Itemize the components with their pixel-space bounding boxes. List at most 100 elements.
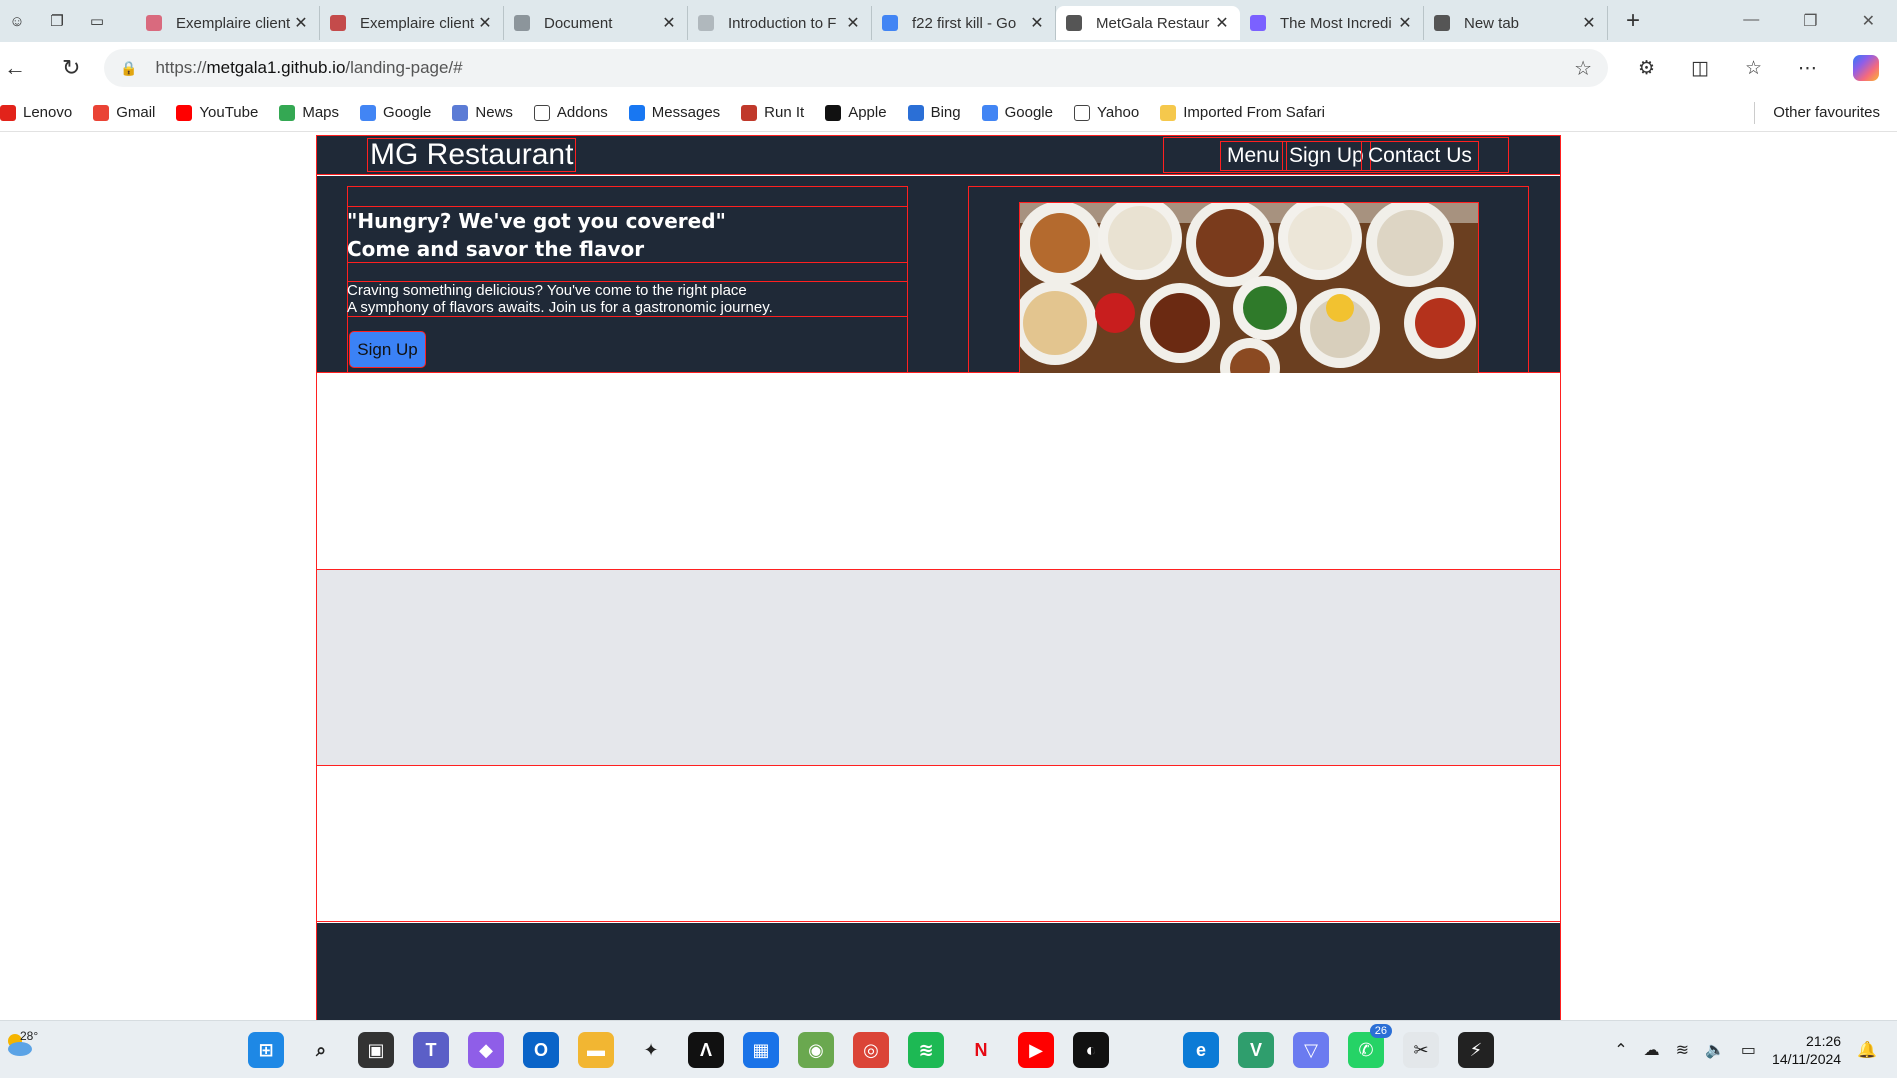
bookmark-item[interactable]: Addons (533, 104, 608, 121)
vertical-tabs-icon[interactable]: ▭ (86, 10, 108, 32)
split-screen-icon[interactable]: ◫ (1691, 57, 1709, 80)
lock-icon[interactable]: 🔒 (120, 60, 137, 77)
close-tab-icon[interactable]: ✕ (1212, 13, 1232, 33)
nav-link-sign-up[interactable]: Sign Up (1282, 141, 1371, 171)
url-field[interactable]: 🔒 https://metgala1.github.io/landing-pag… (104, 49, 1608, 87)
profile-icon[interactable]: ☺ (6, 10, 28, 32)
chameleon-icon[interactable]: ◉ (798, 1032, 834, 1068)
nav-link-contact-us[interactable]: Contact Us (1361, 141, 1479, 171)
tab-favicon-icon (514, 15, 530, 31)
close-window-icon[interactable]: ✕ (1862, 11, 1875, 31)
wifi-icon[interactable]: ≋ (1676, 1040, 1689, 1060)
gemini-icon[interactable]: ✦ (633, 1032, 669, 1068)
vpn-icon[interactable]: ▽ (1293, 1032, 1329, 1068)
file-explorer-icon[interactable]: ▬ (578, 1032, 614, 1068)
onedrive-icon[interactable]: ☁ (1644, 1040, 1660, 1060)
back-icon[interactable]: ← (4, 55, 26, 81)
bookmark-item[interactable]: Run It (741, 104, 804, 121)
bookmark-item[interactable]: News (452, 104, 513, 121)
apple-icon[interactable] (1128, 1032, 1164, 1068)
bookmarks-bar: Lenovo Gmail YouTube Maps Google News Addons Me… (0, 94, 1897, 132)
bookmark-item[interactable]: Google (981, 104, 1053, 121)
browser-tab-strip: ☺ ❐ ▭ Exemplaire client ✕ Exemplaire clien… (0, 0, 1897, 42)
favorite-star-icon[interactable]: ☆ (1574, 56, 1592, 81)
task-view-icon[interactable]: ▣ (358, 1032, 394, 1068)
browser-tab[interactable]: New tab ✕ (1424, 6, 1608, 40)
codex-icon[interactable]: Λ (688, 1032, 724, 1068)
snipping-tool-icon[interactable]: ✂ (1403, 1032, 1439, 1068)
close-tab-icon[interactable]: ✕ (1579, 13, 1599, 33)
bookmark-item[interactable]: Messages (628, 104, 720, 121)
show-hidden-icons-icon[interactable]: ⌃ (1614, 1040, 1627, 1060)
other-favourites-folder[interactable]: Other favourites (1773, 104, 1897, 121)
restore-icon[interactable]: ❐ (1803, 11, 1817, 31)
bookmark-item[interactable]: Yahoo (1073, 104, 1139, 121)
copilot-icon[interactable] (1853, 55, 1880, 81)
browser-tab[interactable]: The Most Incredi ✕ (1240, 6, 1424, 40)
close-tab-icon[interactable]: ✕ (1395, 13, 1415, 33)
close-tab-icon[interactable]: ✕ (291, 13, 311, 33)
browser-tab[interactable]: Exemplaire client ✕ (320, 6, 504, 40)
spotify-icon[interactable]: ≋ (908, 1032, 944, 1068)
notifications-icon[interactable]: 🔔 (1857, 1040, 1877, 1060)
bookmark-label: Imported From Safari (1183, 104, 1325, 121)
edge-icon[interactable]: e (1183, 1032, 1219, 1068)
bookmark-item[interactable]: Imported From Safari (1160, 104, 1325, 121)
youtube-icon[interactable]: ▶ (1018, 1032, 1054, 1068)
whatsapp-icon[interactable]: ✆ 26 (1348, 1024, 1392, 1068)
browser-tab[interactable]: Document ✕ (504, 6, 688, 40)
tab-favicon-icon (882, 15, 898, 31)
site-brand[interactable]: MG Restaurant (367, 138, 577, 172)
site-footer (317, 923, 1560, 1020)
bookmark-item[interactable]: Gmail (93, 104, 155, 121)
windows-start-icon[interactable]: ⊞ (248, 1032, 284, 1068)
browser-tab[interactable]: Exemplaire client ✕ (136, 6, 320, 40)
bookmark-item[interactable]: Lenovo (0, 104, 72, 121)
store-icon[interactable]: ▦ (743, 1032, 779, 1068)
github-icon[interactable]: ◐ (1073, 1032, 1109, 1068)
hero-description-line-2: A symphony of flavors awaits. Join us fo… (347, 299, 773, 316)
new-tab-button[interactable]: + (1608, 7, 1658, 35)
hero-sign-up-button[interactable]: Sign Up (349, 331, 426, 368)
weather-widget[interactable]: 28° (4, 1029, 44, 1067)
volume-icon[interactable]: 🔈 (1705, 1040, 1725, 1060)
minimize-icon[interactable]: — (1743, 11, 1759, 31)
browser-tab[interactable]: f22 first kill - Go ✕ (872, 6, 1056, 40)
tab-favicon-icon (1066, 15, 1082, 31)
nav-link-menu[interactable]: Menu (1220, 141, 1287, 171)
netflix-icon[interactable]: N (963, 1032, 999, 1068)
copilot-icon[interactable]: ◆ (468, 1032, 504, 1068)
bookmark-label: Maps (302, 104, 340, 121)
bookmark-item[interactable]: Bing (907, 104, 961, 121)
x64-icon[interactable]: ⚡ (1458, 1032, 1494, 1068)
hero-heading-line-1: "Hungry? We've got you covered" (347, 209, 726, 233)
workspaces-icon[interactable]: ❐ (46, 10, 68, 32)
clock[interactable]: 21:26 14/11/2024 (1772, 1032, 1841, 1068)
browser-tab[interactable]: MetGala Restaur ✕ (1056, 6, 1240, 40)
chrome-icon[interactable]: ◎ (853, 1032, 889, 1068)
hero-image-column (968, 186, 1529, 374)
favorites-icon[interactable]: ☆ (1745, 57, 1762, 80)
hero-description: Craving something delicious? You've come… (347, 281, 908, 317)
close-tab-icon[interactable]: ✕ (1027, 13, 1047, 33)
vscode-icon[interactable]: V (1238, 1032, 1274, 1068)
page-icon (533, 104, 550, 121)
close-tab-icon[interactable]: ✕ (843, 13, 863, 33)
bookmark-item[interactable]: YouTube (176, 104, 258, 121)
bookmark-label: Google (1004, 104, 1053, 121)
battery-icon[interactable]: ▭ (1741, 1040, 1756, 1060)
browser-tab[interactable]: Introduction to F ✕ (688, 6, 872, 40)
bookmark-list: Lenovo Gmail YouTube Maps Google News Addons Me… (0, 104, 1346, 121)
bookmark-item[interactable]: Apple (825, 104, 887, 121)
teams-icon[interactable]: T (413, 1032, 449, 1068)
more-menu-icon[interactable]: ⋯ (1798, 57, 1817, 80)
outlook-icon[interactable]: O (523, 1032, 559, 1068)
search-icon[interactable]: ⌕ (303, 1032, 339, 1068)
refresh-icon[interactable]: ↻ (62, 55, 80, 81)
close-tab-icon[interactable]: ✕ (659, 13, 679, 33)
bookmark-item[interactable]: Google (360, 104, 431, 121)
bookmark-item[interactable]: Maps (279, 104, 339, 121)
page-icon (1073, 104, 1090, 121)
extensions-icon[interactable]: ⚙ (1638, 57, 1655, 80)
close-tab-icon[interactable]: ✕ (475, 13, 495, 33)
